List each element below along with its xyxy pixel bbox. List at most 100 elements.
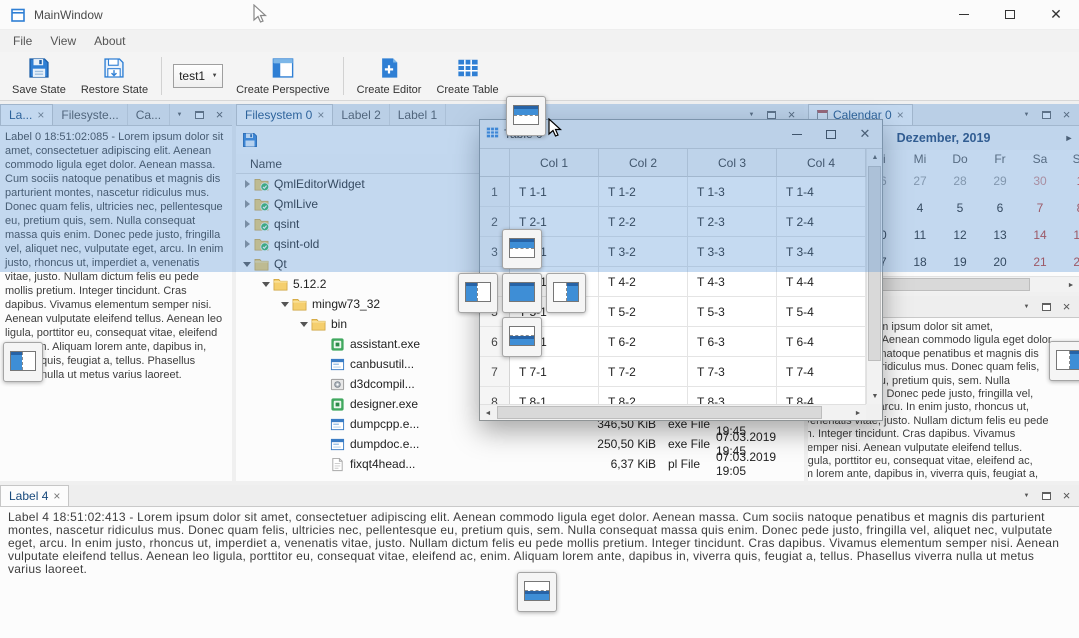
tree-item-name: dumpcpp.e...: [348, 417, 419, 431]
scroll-left-icon[interactable]: ◄: [480, 405, 496, 420]
l4-tab-label-4[interactable]: Label 4×: [0, 485, 69, 506]
app-blue-icon: [330, 437, 348, 452]
folder-icon: [273, 277, 291, 292]
tree-item-name: canbusutil...: [348, 357, 414, 371]
tab-close-icon[interactable]: ×: [53, 490, 60, 502]
scroll-right-icon[interactable]: ►: [850, 405, 866, 420]
menubar: FileViewAbout: [0, 30, 1079, 52]
drop-pictogram-center: [509, 282, 535, 302]
drop-indicator-left-edge[interactable]: [3, 342, 43, 382]
menu-file[interactable]: File: [4, 32, 41, 50]
scrollbar-corner: [866, 404, 882, 420]
create-perspective-button[interactable]: Create Perspective: [230, 54, 336, 98]
app-blue-icon: [330, 417, 348, 432]
table-cell[interactable]: T 7-3: [688, 357, 777, 387]
app-green-icon: [330, 397, 348, 412]
drop-indicator-area-right[interactable]: [546, 273, 586, 313]
main-toolbar: Save State Restore State test1 ▼ Create …: [0, 52, 1079, 101]
save-state-button[interactable]: Save State: [6, 54, 72, 98]
create-editor-button[interactable]: Create Editor: [351, 54, 428, 98]
dock-area-label4: Label 4× ▼ × Label 4 18:51:02:413 - Lore…: [0, 485, 1079, 638]
file-size: 250,50 KiB: [536, 437, 656, 451]
restore-state-button[interactable]: Restore State: [75, 54, 154, 98]
drop-pictogram-right: [553, 282, 579, 302]
menu-view[interactable]: View: [41, 32, 85, 50]
perspective-combo[interactable]: test1 ▼: [173, 64, 223, 88]
app-icon: [10, 7, 26, 23]
maximize-button[interactable]: [987, 0, 1033, 29]
undock-icon: [1042, 492, 1051, 500]
dock-close-button[interactable]: ×: [1058, 488, 1075, 504]
minimize-button[interactable]: [941, 0, 987, 29]
file-type: exe File: [668, 437, 710, 451]
drop-indicator-area-left[interactable]: [458, 273, 498, 313]
table-cell[interactable]: T 6-3: [688, 327, 777, 357]
file-icon: [330, 457, 348, 472]
drop-indicator-right-edge[interactable]: [1049, 341, 1079, 381]
table-cell[interactable]: T 7-2: [599, 357, 688, 387]
collapse-arrow-icon[interactable]: [259, 282, 273, 287]
create-perspective-icon: [272, 57, 294, 82]
menu-about[interactable]: About: [85, 32, 134, 50]
maximize-icon: [1005, 10, 1015, 19]
restore-icon: [103, 57, 125, 82]
folder-icon: [292, 297, 310, 312]
collapse-arrow-icon[interactable]: [278, 302, 292, 307]
table-cell[interactable]: T 5-2: [599, 297, 688, 327]
tree-item-name: 5.12.2: [291, 277, 326, 291]
table-cell[interactable]: T 6-4: [777, 327, 866, 357]
file-type: pl File: [668, 457, 700, 471]
scroll-down-icon[interactable]: ▼: [867, 388, 882, 404]
collapse-arrow-icon[interactable]: [297, 322, 311, 327]
tree-item-name: fixqt4head...: [348, 457, 415, 471]
close-button[interactable]: ✕: [1033, 0, 1079, 29]
table-row: 7T 7-1T 7-2T 7-3T 7-4: [480, 357, 882, 387]
mouse-cursor: [545, 118, 565, 138]
tabs-menu-button[interactable]: ▼: [1018, 488, 1035, 504]
drop-indicator-area-bottom[interactable]: [502, 317, 542, 357]
drop-indicator-area-top[interactable]: [502, 229, 542, 269]
tree-item-name: assistant.exe: [348, 337, 420, 351]
window-title: MainWindow: [34, 8, 103, 22]
create-table-button[interactable]: Create Table: [430, 54, 504, 98]
drop-pictogram-left: [10, 351, 36, 371]
dock-titlebar-buttons: ▼ ×: [1018, 296, 1079, 317]
label4-dock-tabbar: Label 4× ▼ ×: [0, 485, 1079, 507]
undock-icon: [1042, 303, 1051, 311]
table-cell[interactable]: T 5-3: [688, 297, 777, 327]
minimize-icon: [959, 14, 969, 15]
drop-indicator-bottom-edge[interactable]: [517, 572, 557, 612]
window-titlebar: MainWindow ✕: [0, 0, 1079, 30]
app-green-icon: [330, 337, 348, 352]
dock-titlebar-buttons: ▼ ×: [1018, 485, 1079, 506]
label4-text: Label 4 18:51:02:413 - Lorem ipsum dolor…: [0, 507, 1079, 580]
undock-button[interactable]: [1038, 488, 1055, 504]
tree-item-name: d3dcompil...: [348, 377, 415, 391]
table-cell[interactable]: T 6-2: [599, 327, 688, 357]
window-controls: ✕: [941, 0, 1079, 29]
app-blue-icon: [330, 357, 348, 372]
tree-item-name: designer.exe: [348, 397, 418, 411]
table-cell[interactable]: T 7-1: [510, 357, 599, 387]
scroll-right-icon[interactable]: ►: [1063, 277, 1079, 292]
splitter-horizontal[interactable]: [0, 481, 1079, 485]
table-cell[interactable]: T 5-4: [777, 297, 866, 327]
combo-arrow-icon: ▼: [207, 73, 222, 79]
toolbar-separator: [161, 57, 162, 95]
drop-indicator-area-center[interactable]: [502, 273, 542, 313]
save-icon: [28, 57, 50, 82]
app-gray-icon: [330, 377, 348, 392]
table-cell[interactable]: T 7-4: [777, 357, 866, 387]
table-hscrollbar[interactable]: ◄ ►: [480, 404, 866, 420]
drop-indicator-top-edge[interactable]: [506, 96, 546, 136]
row-header[interactable]: 7: [480, 357, 510, 387]
drop-pictogram-bottom: [509, 326, 535, 346]
scrollbar-thumb[interactable]: [497, 406, 822, 419]
dock-close-button[interactable]: ×: [1058, 299, 1075, 315]
tree-item-name: dumpdoc.e...: [348, 437, 419, 451]
tree-row-fixqt4head[interactable]: fixqt4head...6,37 KiBpl File07.03.2019 1…: [236, 454, 804, 474]
tree-item-name: bin: [329, 317, 347, 331]
tabs-menu-button[interactable]: ▼: [1018, 299, 1035, 315]
folder-icon: [311, 317, 329, 332]
undock-button[interactable]: [1038, 299, 1055, 315]
